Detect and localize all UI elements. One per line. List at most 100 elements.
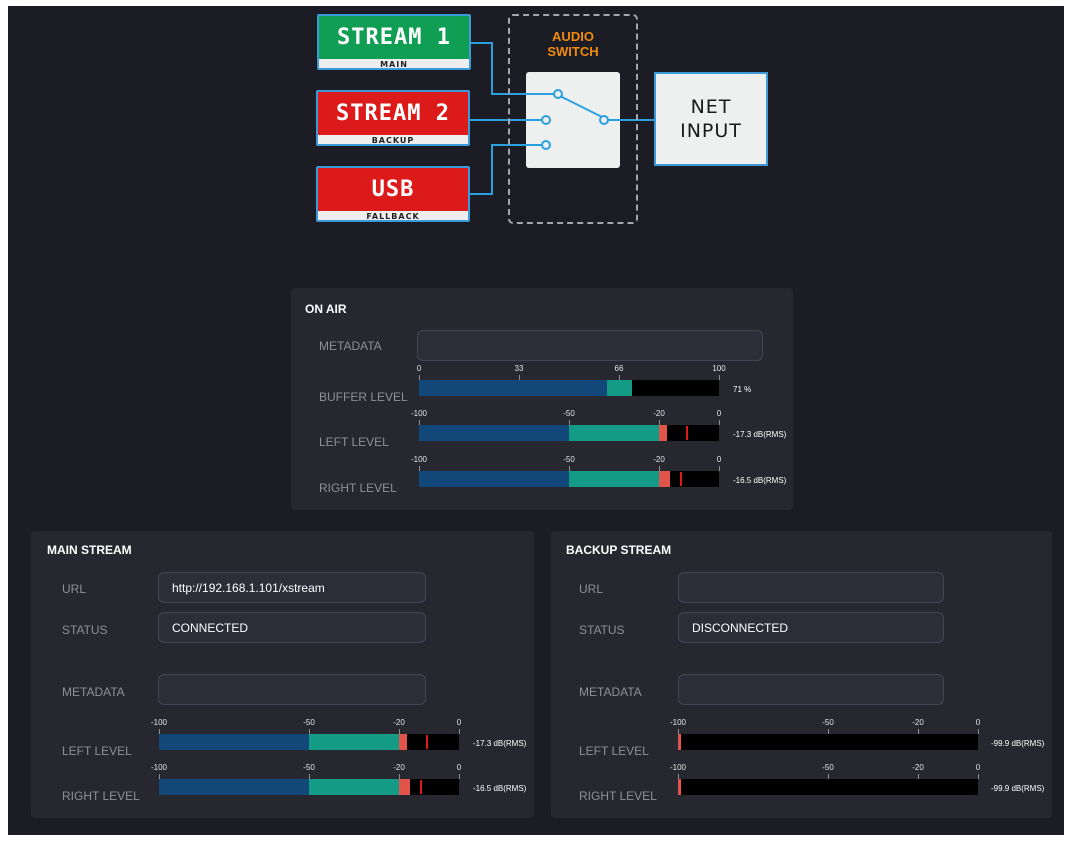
on-air-metadata-field[interactable] — [417, 330, 763, 361]
main-right-meter-group-tick-label: -50 — [303, 763, 315, 772]
main-right-meter-group-tick-label: 0 — [456, 763, 462, 772]
main-right-meter-group-bar — [159, 779, 459, 795]
main-left-level-label: LEFT LEVEL — [62, 744, 132, 758]
on-air-right-meter-group-bar — [419, 471, 719, 487]
backup-metadata-field[interactable] — [678, 674, 944, 705]
buffer-meter-group-tick-label: 33 — [514, 364, 524, 373]
on-air-right-meter-group-tick-label: -50 — [563, 455, 575, 464]
audio-switch-title: AUDIO SWITCH — [508, 29, 638, 59]
main-metadata-label: METADATA — [62, 685, 125, 699]
on-air-right-meter-group-tick-label: -20 — [653, 455, 665, 464]
backup-stream-title: BACKUP STREAM — [566, 543, 672, 557]
on-air-right-meter-group-fill-blue — [419, 471, 569, 487]
backup-right-meter-group-tick-label: -100 — [669, 763, 687, 772]
net-input-line1: NET — [690, 96, 732, 118]
backup-right-meter-group-tick-label: -50 — [822, 763, 834, 772]
main-status-label: STATUS — [62, 623, 108, 637]
net-input-line2: INPUT — [680, 120, 742, 142]
app-root: AUDIO SWITCH STREAM 1 MAIN STREAM 2 BACK… — [8, 6, 1064, 835]
main-left-meter-group-peak-marker — [426, 735, 428, 749]
backup-status-label: STATUS — [579, 623, 625, 637]
main-right-meter-group-readout: -16.5 dB(RMS) — [473, 784, 527, 793]
on-air-title: ON AIR — [305, 302, 347, 316]
buffer-meter-group-readout: 71 % — [733, 385, 752, 394]
backup-left-meter-group-tick-label: -20 — [912, 718, 924, 727]
on-air-left-meter-group-tick-label: -20 — [653, 409, 665, 418]
on-air-right-meter-group-fill-red — [659, 471, 670, 487]
backup-right-meter-group-bar — [678, 779, 978, 795]
on-air-panel: ON AIR METADATA BUFFER LEVEL LEFT LEVEL … — [291, 288, 793, 510]
main-left-meter-group-bar — [159, 734, 459, 750]
backup-left-meter-group-tick-label: 0 — [975, 718, 981, 727]
main-right-meter-group-tick-label: -20 — [393, 763, 405, 772]
on-air-right-meter-group-fill-teal — [569, 471, 659, 487]
main-metadata-field[interactable] — [158, 674, 426, 705]
backup-left-meter-group-readout: -99.9 dB(RMS) — [991, 739, 1045, 748]
on-air-left-meter-group-fill-blue — [419, 425, 569, 441]
backup-status-field: DISCONNECTED — [678, 612, 944, 643]
backup-left-meter-group-tick-label: -50 — [822, 718, 834, 727]
backup-right-meter-group-tick-label: 0 — [975, 763, 981, 772]
main-stream-title: MAIN STREAM — [47, 543, 132, 557]
buffer-meter-group-tick-label: 0 — [416, 364, 422, 373]
source-stream1[interactable]: STREAM 1 MAIN — [317, 14, 471, 70]
backup-url-field[interactable] — [678, 572, 944, 603]
backup-left-meter-group-fill-red — [678, 734, 681, 750]
on-air-right-level-label: RIGHT LEVEL — [319, 481, 397, 495]
main-right-meter-group-fill-red — [399, 779, 410, 795]
main-left-meter-group-tick-label: -100 — [150, 718, 168, 727]
on-air-left-meter-group-tick-label: -100 — [410, 409, 428, 418]
buffer-meter-group-fill-teal — [607, 380, 632, 396]
main-left-meter-group-tick-label: 0 — [456, 718, 462, 727]
main-left-meter-group-tick-label: -20 — [393, 718, 405, 727]
source-usb[interactable]: USB FALLBACK — [316, 166, 470, 222]
on-air-left-meter-group-tick-label: 0 — [716, 409, 722, 418]
backup-left-level-label: LEFT LEVEL — [579, 744, 649, 758]
main-right-meter-group-tick-label: -100 — [150, 763, 168, 772]
on-air-left-meter-group-fill-red — [659, 425, 668, 441]
source-usb-subtitle: FALLBACK — [318, 211, 468, 220]
buffer-meter-group-tick-label: 66 — [614, 364, 624, 373]
backup-stream-panel: BACKUP STREAM URL STATUS DISCONNECTED ME… — [551, 531, 1052, 818]
backup-right-level-label: RIGHT LEVEL — [579, 789, 657, 803]
main-left-meter-group-readout: -17.3 dB(RMS) — [473, 739, 527, 748]
buffer-meter-group-tick-label: 100 — [712, 364, 726, 373]
main-left-meter-group-tick-label: -50 — [303, 718, 315, 727]
on-air-left-meter-group-readout: -17.3 dB(RMS) — [733, 430, 787, 439]
backup-left-meter-group-bar — [678, 734, 978, 750]
source-stream2[interactable]: STREAM 2 BACKUP — [316, 90, 470, 146]
backup-right-meter-group-readout: -99.9 dB(RMS) — [991, 784, 1045, 793]
switch-contacts-icon — [526, 89, 620, 150]
main-left-meter-group-fill-teal — [309, 734, 399, 750]
main-left-meter-group-fill-red — [399, 734, 408, 750]
on-air-right-meter-group-tick-label: -100 — [410, 455, 428, 464]
source-stream1-title: STREAM 1 — [319, 16, 469, 59]
on-air-metadata-label: METADATA — [319, 339, 382, 353]
main-url-label: URL — [62, 582, 87, 596]
main-stream-panel: MAIN STREAM URL http://192.168.1.101/xst… — [31, 531, 534, 818]
audio-switch-box — [526, 72, 620, 168]
backup-left-meter-group-tick-label: -100 — [669, 718, 687, 727]
backup-right-meter-group-fill-red — [678, 779, 681, 795]
main-right-meter-group-peak-marker — [420, 780, 422, 794]
main-status-field: CONNECTED — [158, 612, 426, 643]
source-usb-title: USB — [318, 168, 468, 211]
switch-title-line2: SWITCH — [547, 44, 599, 59]
source-stream2-subtitle: BACKUP — [318, 135, 468, 144]
main-right-level-label: RIGHT LEVEL — [62, 789, 140, 803]
main-left-meter-group-fill-blue — [159, 734, 309, 750]
on-air-right-meter-group-tick-label: 0 — [716, 455, 722, 464]
net-input-box: NET INPUT — [654, 72, 768, 166]
main-right-meter-group-fill-teal — [309, 779, 399, 795]
main-right-meter-group-fill-blue — [159, 779, 309, 795]
main-url-field[interactable]: http://192.168.1.101/xstream — [158, 572, 426, 603]
on-air-buffer-label: BUFFER LEVEL — [319, 390, 408, 404]
on-air-left-meter-group-fill-teal — [569, 425, 659, 441]
source-stream2-title: STREAM 2 — [318, 92, 468, 135]
source-stream1-subtitle: MAIN — [319, 59, 469, 68]
on-air-left-meter-group-tick-label: -50 — [563, 409, 575, 418]
on-air-right-meter-group-peak-marker — [680, 472, 682, 486]
on-air-left-level-label: LEFT LEVEL — [319, 435, 389, 449]
on-air-left-meter-group-peak-marker — [686, 426, 688, 440]
backup-metadata-label: METADATA — [579, 685, 642, 699]
